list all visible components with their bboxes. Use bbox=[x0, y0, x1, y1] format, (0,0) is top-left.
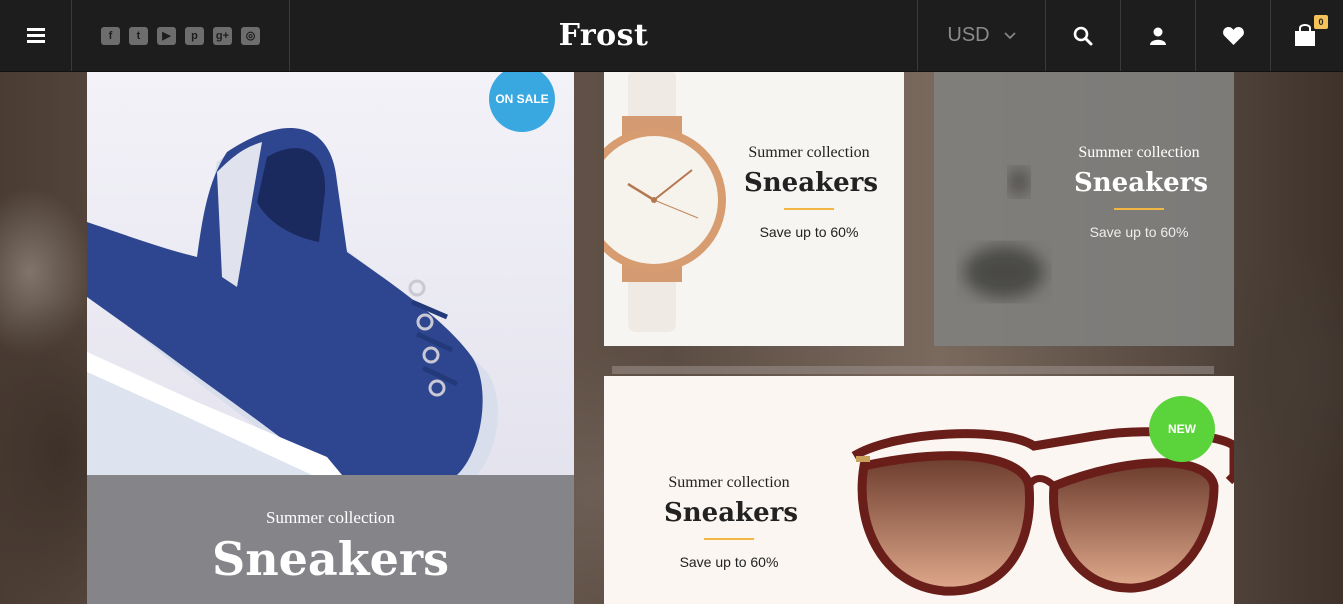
caption-divider bbox=[704, 538, 754, 540]
youtube-icon[interactable]: ▶ bbox=[157, 26, 176, 45]
heart-icon bbox=[1222, 26, 1244, 45]
caption-title[interactable]: Sneakers bbox=[87, 532, 574, 586]
wishlist-button[interactable] bbox=[1196, 0, 1271, 71]
sneaker-image bbox=[87, 72, 574, 475]
caption-save-text: Save up to 60% bbox=[759, 224, 859, 240]
brand-logo-cell[interactable]: Frost bbox=[290, 0, 918, 71]
cart-button[interactable]: 0 bbox=[1271, 0, 1343, 71]
pinterest-icon[interactable]: p bbox=[185, 26, 204, 45]
shopping-bag-icon bbox=[1295, 23, 1315, 46]
hamburger-icon bbox=[26, 28, 45, 43]
top-header: f t ▶ p g+ ◎ Frost USD 0 bbox=[0, 0, 1343, 72]
google-plus-icon[interactable]: g+ bbox=[213, 26, 232, 45]
new-badge: NEW bbox=[1149, 396, 1215, 462]
promo-tile-sunglasses[interactable]: NEW Summer collection Sneakers Save up t… bbox=[604, 376, 1234, 604]
caption-title[interactable]: Sneakers bbox=[664, 498, 798, 528]
instagram-icon[interactable]: ◎ bbox=[241, 26, 260, 45]
currency-selector[interactable]: USD bbox=[918, 0, 1046, 71]
caption-subtitle: Summer collection bbox=[1078, 144, 1200, 161]
blurred-caption: Summer collection Sneakers Save up to 60… bbox=[1074, 144, 1208, 240]
menu-button[interactable] bbox=[0, 0, 72, 71]
search-icon bbox=[1073, 26, 1093, 45]
promo-tile-blurred[interactable]: Summer collection Sneakers Save up to 60… bbox=[934, 72, 1234, 346]
facebook-icon[interactable]: f bbox=[101, 26, 120, 45]
brand-logo[interactable]: Frost bbox=[559, 18, 649, 53]
caption-divider bbox=[1114, 208, 1164, 210]
cart-count-badge: 0 bbox=[1314, 14, 1328, 29]
tile-stack-edge bbox=[612, 366, 1214, 374]
twitter-icon[interactable]: t bbox=[129, 26, 148, 45]
watch-image bbox=[604, 72, 726, 332]
currency-label: USD bbox=[947, 24, 990, 46]
chevron-down-icon bbox=[1004, 31, 1016, 39]
caption-save-text: Save up to 60% bbox=[679, 554, 779, 570]
search-button[interactable] bbox=[1046, 0, 1121, 71]
shoe-caption: Summer collection Sneakers bbox=[87, 508, 574, 586]
sunglasses-caption: Summer collection Sneakers Save up to 60… bbox=[664, 474, 798, 570]
caption-divider bbox=[784, 208, 834, 210]
caption-subtitle: Summer collection bbox=[668, 474, 790, 491]
caption-subtitle: Summer collection bbox=[748, 144, 870, 161]
caption-save-text: Save up to 60% bbox=[1089, 224, 1189, 240]
account-button[interactable] bbox=[1121, 0, 1196, 71]
social-links: f t ▶ p g+ ◎ bbox=[72, 0, 290, 71]
user-icon bbox=[1150, 27, 1166, 45]
promo-tile-watch[interactable]: Summer collection Sneakers Save up to 60… bbox=[604, 72, 904, 346]
caption-title[interactable]: Sneakers bbox=[744, 168, 878, 198]
cart-icon-wrap: 0 bbox=[1294, 14, 1328, 49]
caption-title[interactable]: Sneakers bbox=[1074, 168, 1208, 198]
caption-subtitle: Summer collection bbox=[266, 508, 395, 527]
promo-tile-shoe[interactable]: ON SALE Summer collection Sneakers bbox=[87, 72, 574, 604]
watch-caption: Summer collection Sneakers Save up to 60… bbox=[744, 144, 878, 240]
